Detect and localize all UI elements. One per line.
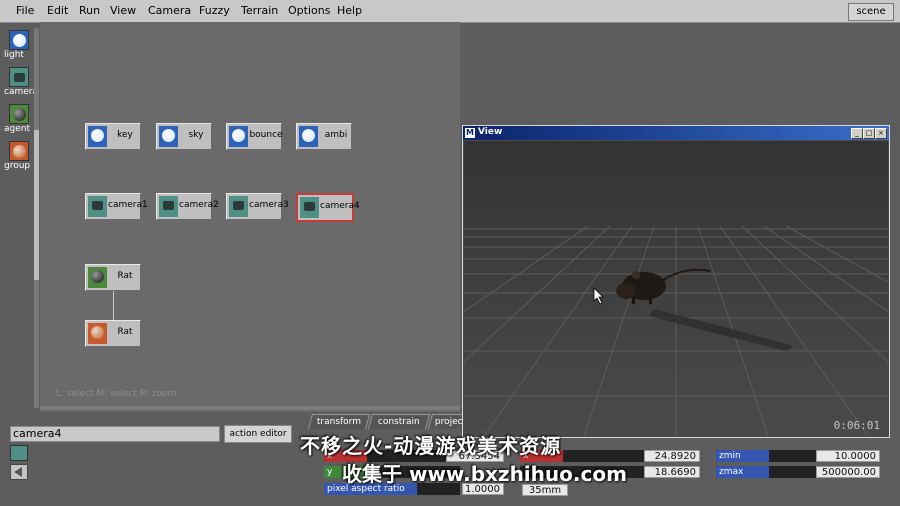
view-window[interactable]: M View _ □ × 0:06:01 — [462, 125, 890, 438]
camera-icon — [159, 196, 178, 217]
camera-icon[interactable] — [10, 445, 28, 461]
node-link — [113, 291, 114, 321]
light-icon — [159, 126, 178, 147]
zmin-value-field[interactable]: 10.0000 — [816, 450, 880, 462]
node-light-ambi[interactable]: ambi — [296, 123, 352, 150]
camera-icon — [300, 197, 319, 218]
maximize-icon[interactable]: □ — [863, 128, 875, 139]
watermark-line1: 不移之火-动漫游戏美术资源 — [300, 434, 562, 458]
menu-fuzzy[interactable]: Fuzzy — [199, 4, 230, 17]
node-label: sky — [188, 130, 204, 140]
menu-file[interactable]: File — [16, 4, 34, 17]
palette-agent[interactable]: agent — [4, 102, 34, 139]
node-agent-rat[interactable]: Rat — [85, 264, 141, 291]
node-label: camera2 — [179, 200, 219, 210]
node-light-sky[interactable]: sky — [156, 123, 212, 150]
light-icon — [229, 126, 248, 147]
node-camera2[interactable]: camera2 — [156, 193, 219, 220]
camera-icon — [88, 196, 107, 217]
close-icon[interactable]: × — [875, 128, 887, 139]
node-label: bounce — [249, 130, 283, 140]
back-arrow-icon[interactable] — [10, 464, 28, 480]
y2-value-field[interactable]: 18.6690 — [644, 466, 700, 478]
camera-icon — [9, 67, 29, 87]
node-label: camera1 — [108, 200, 148, 210]
node-palette: light camera agent group — [4, 28, 38, 176]
menu-camera[interactable]: Camera — [148, 4, 191, 17]
menu-run[interactable]: Run — [79, 4, 100, 17]
view-title: View — [478, 127, 503, 137]
menu-view[interactable]: View — [110, 4, 136, 17]
watermark-line2: 收集于 www.bxzhihuo.com — [342, 462, 627, 486]
app-icon: M — [465, 128, 475, 138]
agent-icon — [9, 104, 29, 124]
light-icon — [299, 126, 318, 147]
node-label: ambi — [324, 130, 348, 140]
node-name-field[interactable]: camera4 — [10, 426, 220, 442]
camera-icon — [229, 196, 248, 217]
vertical-scrollbar-thumb[interactable] — [34, 130, 39, 280]
scene-button[interactable]: scene — [848, 3, 894, 21]
light-icon — [9, 30, 29, 50]
menu-bar: File Edit Run View Camera Fuzzy Terrain … — [0, 0, 900, 23]
zmin-label: zmin — [716, 450, 769, 462]
node-camera3[interactable]: camera3 — [226, 193, 289, 220]
node-light-key[interactable]: key — [85, 123, 141, 150]
minimize-icon[interactable]: _ — [851, 128, 863, 139]
palette-camera[interactable]: camera — [4, 65, 38, 102]
zmax-value-field[interactable]: 500000.00 — [816, 466, 880, 478]
agent-icon — [88, 267, 107, 288]
node-label: camera3 — [249, 200, 289, 210]
group-icon — [88, 323, 107, 344]
node-label: key — [117, 130, 133, 140]
node-label: camera4 — [320, 201, 360, 211]
horizontal-scrollbar[interactable] — [40, 406, 460, 410]
action-editor-button[interactable]: action editor — [224, 425, 292, 443]
menu-options[interactable]: Options — [288, 4, 330, 17]
ground-grid — [464, 141, 888, 436]
3d-viewport[interactable]: 0:06:01 — [464, 141, 888, 436]
menu-terrain[interactable]: Terrain — [241, 4, 278, 17]
tab-constrain[interactable]: constrain — [367, 414, 431, 429]
node-camera4-selected[interactable]: camera4 — [296, 193, 360, 222]
light-icon — [88, 126, 107, 147]
palette-group[interactable]: group — [4, 139, 34, 176]
node-group-rat[interactable]: Rat — [85, 320, 141, 347]
palette-light[interactable]: light — [4, 28, 34, 65]
node-label: Rat — [117, 327, 133, 337]
zmax-label: zmax — [716, 466, 769, 478]
tab-transform[interactable]: transform — [307, 414, 371, 429]
group-icon — [9, 141, 29, 161]
menu-help[interactable]: Help — [337, 4, 362, 17]
timecode: 0:06:01 — [833, 419, 880, 432]
node-label: Rat — [117, 271, 133, 281]
view-title-bar[interactable]: M View _ □ × — [463, 126, 889, 140]
x2-value-field[interactable]: 24.8920 — [644, 450, 700, 462]
menu-edit[interactable]: Edit — [47, 4, 68, 17]
mouse-hint: L: select M: select R: zoom — [56, 389, 177, 399]
node-camera1[interactable]: camera1 — [85, 193, 148, 220]
node-light-bounce[interactable]: bounce — [226, 123, 283, 150]
